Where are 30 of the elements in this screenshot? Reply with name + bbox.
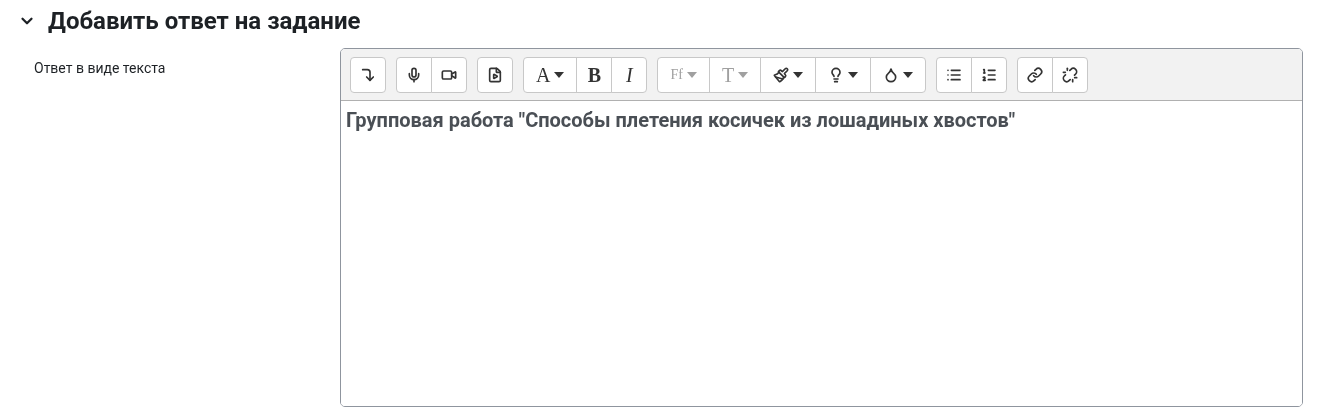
toolbar-button[interactable] [431, 56, 467, 93]
caret-icon [686, 71, 697, 78]
section-title: Добавить ответ на задание [48, 6, 361, 37]
link-icon [1027, 66, 1044, 83]
toolbar-button[interactable]: A [523, 56, 578, 93]
caret-icon [554, 71, 565, 78]
arrow-down-icon [360, 66, 376, 83]
toolbar-button[interactable] [870, 56, 927, 93]
caret-icon [738, 71, 749, 78]
toolbar-button[interactable] [936, 56, 973, 93]
caret-icon [848, 71, 859, 78]
toolbar-button[interactable] [396, 56, 432, 93]
toolbar-button[interactable] [760, 56, 817, 93]
caret-icon [903, 71, 914, 78]
microphone-icon [406, 66, 422, 83]
toolbar-button[interactable] [971, 56, 1008, 93]
numbered-list-icon [981, 66, 998, 83]
toolbar-button[interactable] [477, 56, 513, 93]
brush-icon [773, 66, 790, 83]
toolbar-button[interactable]: I [611, 56, 648, 93]
toolbar-button[interactable] [1052, 56, 1089, 93]
caret-icon [793, 71, 804, 78]
field-label: Ответ в виде текста [34, 60, 166, 76]
toolbar-button[interactable] [815, 56, 872, 93]
toolbar-button[interactable] [1017, 56, 1054, 93]
editor-text: Групповая работа "Способы плетения косичек из лошадиных хвостов" [346, 107, 1017, 134]
unlink-icon [1062, 66, 1079, 83]
toolbar-button[interactable]: B [576, 56, 613, 93]
media-file-icon [487, 66, 503, 83]
toolbar-button[interactable] [350, 56, 386, 93]
